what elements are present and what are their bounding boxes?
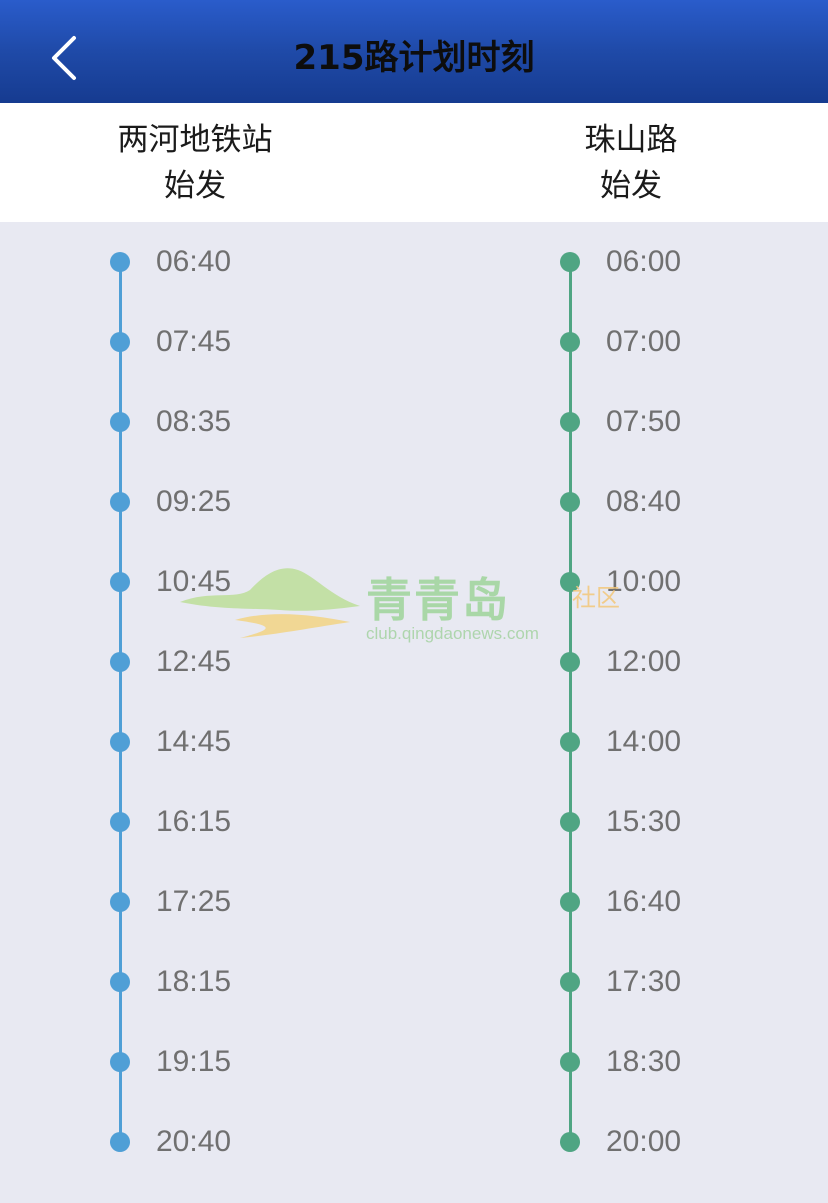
stop-dot-icon xyxy=(560,732,580,752)
terminal-left: 两河地铁站 始发 xyxy=(45,117,345,209)
terminal-left-name: 两河地铁站 xyxy=(117,122,273,158)
departure-time: 20:00 xyxy=(606,1125,682,1158)
departure-time: 16:15 xyxy=(156,805,232,838)
terminal-left-suffix: 始发 xyxy=(164,168,226,204)
stop-dot-icon xyxy=(560,812,580,832)
schedule-stop: 07:00 xyxy=(560,322,828,362)
stop-dot-icon xyxy=(110,652,130,672)
departure-time: 19:15 xyxy=(156,1045,232,1078)
departure-time: 06:40 xyxy=(156,245,232,278)
departure-time: 15:30 xyxy=(606,805,682,838)
departure-time: 08:35 xyxy=(156,405,232,438)
departure-time: 07:50 xyxy=(606,405,682,438)
stop-dot-icon xyxy=(560,252,580,272)
departure-time: 17:25 xyxy=(156,885,232,918)
schedule-stop: 06:00 xyxy=(560,242,828,282)
schedule-stop: 07:50 xyxy=(560,402,828,442)
schedule-stop: 09:25 xyxy=(110,482,410,522)
stop-dot-icon xyxy=(110,732,130,752)
stop-dot-icon xyxy=(560,332,580,352)
stop-dot-icon xyxy=(560,892,580,912)
stop-dot-icon xyxy=(110,332,130,352)
timeline-right: 06:00 07:00 07:50 08:40 10:00 12:00 14:00 15:30… xyxy=(560,222,828,1203)
schedule-stop: 07:45 xyxy=(110,322,410,362)
schedule-stop: 20:40 xyxy=(110,1122,410,1162)
stop-dot-icon xyxy=(560,972,580,992)
schedule-stop: 16:15 xyxy=(110,802,410,842)
stop-dot-icon xyxy=(560,492,580,512)
departure-time: 14:00 xyxy=(606,725,682,758)
schedule-stop: 18:15 xyxy=(110,962,410,1002)
terminal-right-name: 珠山路 xyxy=(584,122,678,158)
departure-time: 09:25 xyxy=(156,485,232,518)
stop-dot-icon xyxy=(110,412,130,432)
stop-dot-icon xyxy=(560,1132,580,1152)
stop-dot-icon xyxy=(110,252,130,272)
departure-time: 18:15 xyxy=(156,965,232,998)
schedule-stop: 06:40 xyxy=(110,242,410,282)
departure-time: 20:40 xyxy=(156,1125,232,1158)
departure-time: 10:00 xyxy=(606,565,682,598)
stop-dot-icon xyxy=(110,812,130,832)
departure-time: 12:00 xyxy=(606,645,682,678)
stop-dot-icon xyxy=(110,572,130,592)
stop-dot-icon xyxy=(110,892,130,912)
terminal-header: 两河地铁站 始发 珠山路 始发 xyxy=(0,103,828,222)
departure-time: 10:45 xyxy=(156,565,232,598)
schedule-stop: 08:35 xyxy=(110,402,410,442)
schedule-stop: 14:00 xyxy=(560,722,828,762)
departure-time: 18:30 xyxy=(606,1045,682,1078)
stop-dot-icon xyxy=(560,412,580,432)
terminal-right-suffix: 始发 xyxy=(600,168,662,204)
schedule-stop: 18:30 xyxy=(560,1042,828,1082)
stop-dot-icon xyxy=(560,652,580,672)
schedule-stop: 12:45 xyxy=(110,642,410,682)
stop-dot-icon xyxy=(560,1052,580,1072)
departure-time: 07:45 xyxy=(156,325,232,358)
departure-time: 12:45 xyxy=(156,645,232,678)
timeline-line xyxy=(569,262,572,1142)
timeline-line xyxy=(119,262,122,1142)
schedule-stop: 08:40 xyxy=(560,482,828,522)
departure-time: 08:40 xyxy=(606,485,682,518)
departure-time: 06:00 xyxy=(606,245,682,278)
page-title: 215路计划时刻 xyxy=(293,38,535,78)
stop-dot-icon xyxy=(560,572,580,592)
schedule-stop: 17:30 xyxy=(560,962,828,1002)
stop-dot-icon xyxy=(110,492,130,512)
schedule-stop: 12:00 xyxy=(560,642,828,682)
terminal-right: 珠山路 始发 xyxy=(481,117,781,209)
nav-bar: 215路计划时刻 xyxy=(0,0,828,103)
schedule-stop: 17:25 xyxy=(110,882,410,922)
timeline-left: 06:40 07:45 08:35 09:25 10:45 12:45 14:45 16:15… xyxy=(110,222,410,1203)
departure-time: 16:40 xyxy=(606,885,682,918)
stop-dot-icon xyxy=(110,1052,130,1072)
departure-time: 17:30 xyxy=(606,965,682,998)
schedule-stop: 16:40 xyxy=(560,882,828,922)
schedule-stop: 10:45 xyxy=(110,562,410,602)
stop-dot-icon xyxy=(110,1132,130,1152)
bus-schedule-screen: 215路计划时刻 两河地铁站 始发 珠山路 始发 06:40 07:45 08:35… xyxy=(0,0,828,1203)
schedule-stop: 14:45 xyxy=(110,722,410,762)
schedule-stop: 15:30 xyxy=(560,802,828,842)
departure-time: 07:00 xyxy=(606,325,682,358)
schedule-stop: 20:00 xyxy=(560,1122,828,1162)
stop-dot-icon xyxy=(110,972,130,992)
schedule-stop: 19:15 xyxy=(110,1042,410,1082)
departure-time: 14:45 xyxy=(156,725,232,758)
schedule-stop: 10:00 xyxy=(560,562,828,602)
